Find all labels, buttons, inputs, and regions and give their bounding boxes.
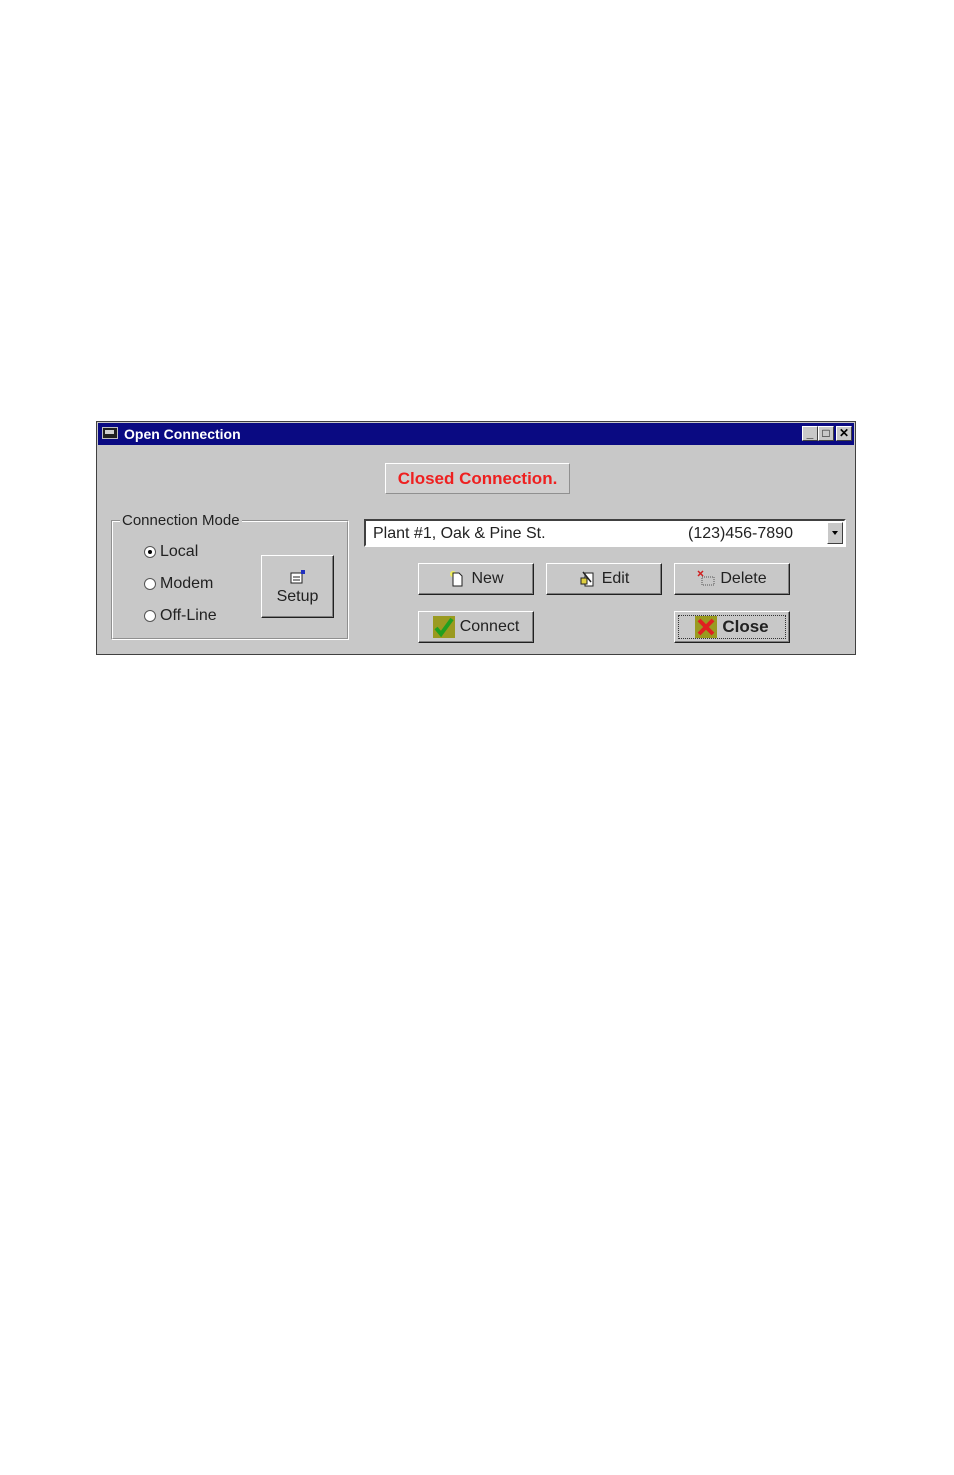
new-label: New — [471, 570, 504, 587]
setup-button[interactable]: Setup — [261, 555, 334, 618]
radio-button[interactable] — [144, 578, 156, 590]
maximize-button[interactable]: □ — [818, 426, 834, 441]
minimize-icon: _ — [806, 426, 814, 440]
delete-label: Delete — [720, 570, 767, 587]
delete-button[interactable]: Delete — [674, 563, 790, 595]
new-button[interactable]: New — [418, 563, 534, 595]
connect-button[interactable]: Connect — [418, 611, 534, 643]
close-button[interactable]: Close — [674, 611, 790, 643]
radio-modem[interactable]: Modem — [144, 575, 213, 593]
delete-icon — [697, 570, 715, 586]
x-icon — [695, 616, 718, 638]
edit-document-icon — [580, 571, 594, 587]
dropdown-arrow-icon[interactable] — [827, 522, 843, 544]
connection-name: Plant #1, Oak & Pine St. — [373, 525, 546, 542]
edit-label: Edit — [601, 570, 630, 587]
maximize-icon: □ — [822, 426, 830, 440]
close-label: Close — [722, 617, 769, 636]
checkmark-icon — [432, 616, 455, 638]
window-title: Open Connection — [124, 426, 241, 442]
new-document-icon — [450, 571, 463, 587]
connect-label: Connect — [459, 618, 520, 635]
radio-label: Local — [160, 543, 199, 560]
connection-dropdown[interactable]: Plant #1, Oak & Pine St. (123)456-7890 — [364, 519, 846, 547]
radio-label: Off-Line — [160, 607, 217, 624]
connection-phone: (123)456-7890 — [688, 525, 793, 542]
setup-label: Setup — [276, 587, 319, 605]
radio-button[interactable] — [144, 546, 156, 558]
connection-status: Closed Connection. — [385, 463, 570, 494]
title-bar[interactable]: Open Connection _ □ ✕ — [98, 423, 854, 445]
radio-label: Modem — [160, 575, 214, 592]
setup-icon — [290, 569, 305, 583]
minimize-button[interactable]: _ — [802, 426, 818, 441]
close-icon: ✕ — [838, 426, 850, 440]
app-icon — [102, 427, 118, 439]
radio-button[interactable] — [144, 610, 156, 622]
radio-local[interactable]: Local — [144, 543, 198, 561]
close-window-button[interactable]: ✕ — [836, 426, 852, 441]
connection-mode-label: Connection Mode — [120, 512, 242, 529]
edit-button[interactable]: Edit — [546, 563, 662, 595]
open-connection-dialog: Open Connection _ □ ✕ Closed Connection.… — [96, 421, 856, 655]
radio-off-line[interactable]: Off-Line — [144, 607, 217, 625]
